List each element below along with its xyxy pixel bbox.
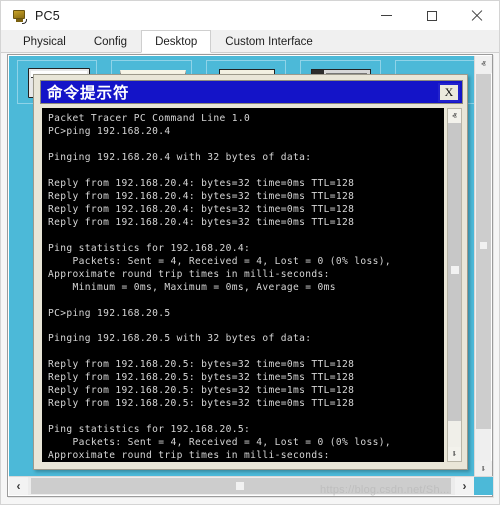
desktop-scroll-up-icon[interactable]: ⱏ xyxy=(475,56,492,73)
desktop-vscrollbar-thumb[interactable] xyxy=(476,74,491,429)
minimize-icon xyxy=(381,15,392,16)
command-prompt-title: 命令提示符 xyxy=(47,84,130,102)
terminal-scrollbar-thumb[interactable] xyxy=(448,123,461,421)
window-controls xyxy=(364,1,499,30)
app-root: PC5 Physical Config Desktop Custom Inter… xyxy=(0,0,500,508)
desktop-vertical-scrollbar[interactable]: ⱏ ⱛ xyxy=(474,56,492,478)
scrollbar-corner xyxy=(474,477,493,495)
desktop-panel: 命令提示符 X Packet Tracer PC Command Line 1.… xyxy=(7,54,493,497)
packet-tracer-device-window: PC5 Physical Config Desktop Custom Inter… xyxy=(0,0,500,505)
terminal-scroll-up-icon[interactable]: ⱏ xyxy=(448,109,461,123)
tab-desktop[interactable]: Desktop xyxy=(141,30,212,53)
maximize-icon xyxy=(426,10,437,21)
window-titlebar: PC5 xyxy=(1,1,499,30)
desktop-scroll-left-icon[interactable]: ‹ xyxy=(9,477,28,495)
close-button[interactable] xyxy=(454,1,499,30)
command-prompt-close-button[interactable]: X xyxy=(438,83,460,102)
maximize-button[interactable] xyxy=(409,1,454,30)
tab-config[interactable]: Config xyxy=(80,30,141,52)
terminal-output-area[interactable]: Packet Tracer PC Command Line 1.0 PC>pin… xyxy=(42,108,444,462)
terminal-output-text: Packet Tracer PC Command Line 1.0 PC>pin… xyxy=(48,113,392,462)
desktop-hscrollbar-thumb[interactable] xyxy=(31,478,451,494)
desktop-horizontal-scrollbar[interactable]: ‹ › xyxy=(9,476,493,495)
minimize-button[interactable] xyxy=(364,1,409,30)
tab-custom-interface[interactable]: Custom Interface xyxy=(211,30,327,52)
desktop-scroll-right-icon[interactable]: › xyxy=(455,477,474,495)
terminal-scroll-down-icon[interactable]: ⱛ xyxy=(448,447,461,461)
terminal-vertical-scrollbar[interactable]: ⱏ ⱛ xyxy=(447,108,462,462)
tab-bar: Physical Config Desktop Custom Interface xyxy=(1,30,499,53)
desktop-wallpaper: 命令提示符 X Packet Tracer PC Command Line 1.… xyxy=(9,56,475,478)
close-icon xyxy=(471,10,483,22)
command-prompt-titlebar[interactable]: 命令提示符 X xyxy=(40,80,463,104)
tab-physical[interactable]: Physical xyxy=(9,30,80,52)
window-title: PC5 xyxy=(35,8,60,23)
command-prompt-body: Packet Tracer PC Command Line 1.0 PC>pin… xyxy=(40,106,463,464)
pc-device-icon xyxy=(12,8,28,24)
command-prompt-window: 命令提示符 X Packet Tracer PC Command Line 1.… xyxy=(33,74,468,470)
desktop-viewport: 命令提示符 X Packet Tracer PC Command Line 1.… xyxy=(9,56,475,478)
